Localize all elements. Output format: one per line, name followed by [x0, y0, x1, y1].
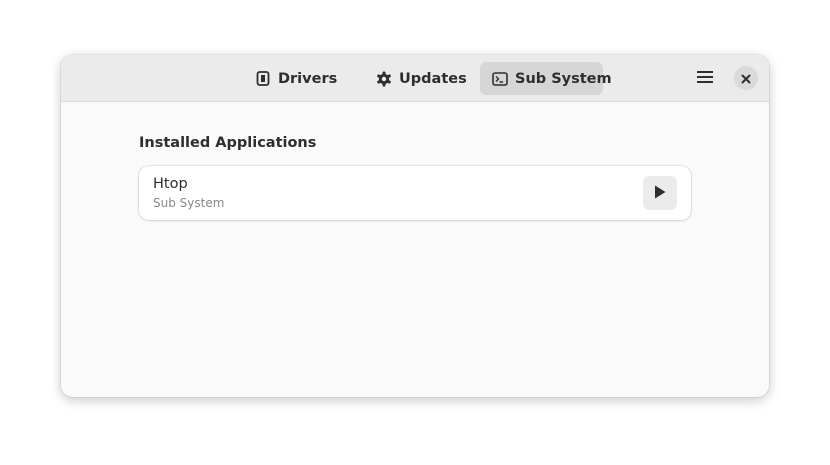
chip-icon — [255, 71, 271, 87]
tab-sub-system-label: Sub System — [515, 70, 612, 87]
header-bar: Drivers Updates Sub System — [61, 55, 769, 102]
tab-drivers-label: Drivers — [278, 70, 338, 87]
run-app-button[interactable] — [643, 176, 677, 210]
app-name: Htop — [153, 176, 188, 192]
installed-apps-list: Htop Sub System — [139, 166, 691, 220]
app-window: Drivers Updates Sub System Installed App… — [61, 55, 769, 397]
hamburger-menu-icon — [697, 69, 713, 88]
close-icon — [741, 69, 751, 88]
gear-icon — [376, 71, 392, 87]
tab-updates[interactable]: Updates — [364, 62, 472, 95]
main-menu-button[interactable] — [691, 65, 719, 91]
close-window-button[interactable] — [734, 66, 758, 90]
play-icon — [654, 184, 666, 203]
terminal-icon — [492, 71, 508, 87]
app-subtitle: Sub System — [153, 196, 225, 210]
tab-sub-system[interactable]: Sub System — [480, 62, 612, 95]
section-title-installed-applications: Installed Applications — [139, 135, 317, 151]
tab-updates-label: Updates — [399, 70, 467, 87]
tab-drivers[interactable]: Drivers — [243, 62, 353, 95]
